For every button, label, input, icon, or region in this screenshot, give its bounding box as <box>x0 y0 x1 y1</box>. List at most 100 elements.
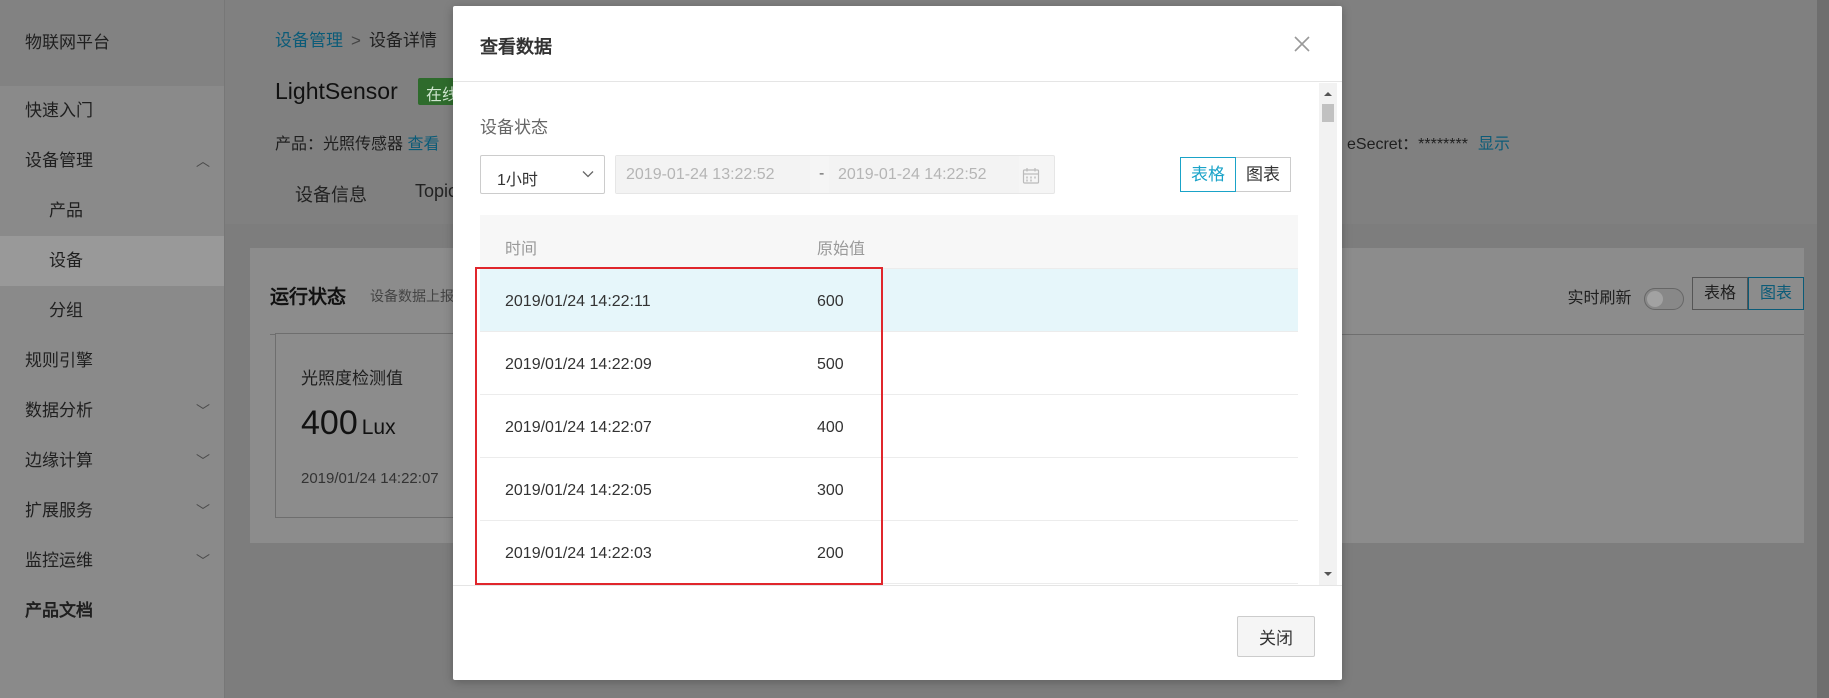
time-range-select[interactable]: 1小时 <box>480 155 605 194</box>
tab-topic[interactable]: Topic <box>415 181 457 202</box>
chevron-up-icon: ︿ <box>196 153 210 169</box>
cell-time: 2019/01/24 14:22:07 <box>505 419 652 436</box>
column-header-time: 时间 <box>505 241 538 258</box>
cell-value: 200 <box>817 545 844 562</box>
nav-item-rule-engine[interactable]: 规则引擎 <box>0 336 224 386</box>
table-row[interactable]: 2019/01/24 14:22:07 400 <box>480 395 1298 458</box>
cell-time: 2019/01/24 14:22:05 <box>505 482 652 499</box>
nav-item-data-analysis[interactable]: 数据分析 ﹀ <box>0 386 224 436</box>
metric-value-wrap: 400 Lux <box>301 404 396 443</box>
realtime-refresh-label: 实时刷新 <box>1567 290 1632 307</box>
scroll-thumb[interactable] <box>1322 104 1334 122</box>
brand-title: 物联网平台 <box>0 0 224 86</box>
product-view-link[interactable]: 查看 <box>407 136 439 153</box>
table-row[interactable]: 2019/01/24 14:22:11 600 <box>480 269 1298 332</box>
cell-time: 2019/01/24 14:22:03 <box>505 545 652 562</box>
cell-time: 2019/01/24 14:22:09 <box>505 356 652 373</box>
nav-item-monitoring[interactable]: 监控运维 ﹀ <box>0 536 224 586</box>
nav-label: 边缘计算 <box>25 451 93 470</box>
breadcrumb: 设备管理 > 设备详情 <box>275 26 437 51</box>
nav-label: 扩展服务 <box>25 501 93 520</box>
date-range-picker: 2019-01-24 13:22:52 - 2019-01-24 14:22:5… <box>615 155 1055 194</box>
window-edge <box>1817 0 1829 698</box>
secret-label: eSecret：******** <box>1347 136 1468 153</box>
table-row[interactable]: 2019/01/24 14:22:05 300 <box>480 458 1298 521</box>
nav-label: 快速入门 <box>25 101 93 120</box>
nav-label: 产品文档 <box>25 601 93 620</box>
tab-device-info[interactable]: 设备信息 <box>295 181 367 207</box>
modal-body: 设备状态 1小时 2019-01-24 13:22:52 - 2019-01-2… <box>453 83 1342 585</box>
scroll-up-arrow-icon[interactable] <box>1323 89 1333 99</box>
nav-item-groups[interactable]: 分组 <box>0 286 224 336</box>
device-secret-info: eSecret：******** 显示 <box>1347 130 1510 154</box>
nav-item-extension-services[interactable]: 扩展服务 ﹀ <box>0 486 224 536</box>
table-row[interactable]: 2019/01/24 14:22:09 500 <box>480 332 1298 395</box>
sidebar: 物联网平台 快速入门 设备管理 ︿ 产品 设备 分组 规则引擎 数据分析 ﹀ 边缘计… <box>0 0 225 698</box>
close-button[interactable]: 关闭 <box>1237 616 1315 657</box>
status-view-table-button[interactable]: 表格 <box>1691 277 1748 310</box>
metric-unit: Lux <box>361 416 396 439</box>
modal-view-toggle: 表格 图表 <box>1180 157 1291 192</box>
breadcrumb-current: 设备详情 <box>368 31 437 50</box>
breadcrumb-separator: > <box>351 31 361 50</box>
nav-label: 产品 <box>49 201 83 220</box>
nav-label: 规则引擎 <box>25 351 93 370</box>
nav-item-quickstart[interactable]: 快速入门 <box>0 86 224 136</box>
nav-label: 数据分析 <box>25 401 93 420</box>
modal-footer: 关闭 <box>453 585 1342 680</box>
view-data-modal: 查看数据 设备状态 1小时 2019-01-24 13:22:52 - 2019… <box>453 6 1342 680</box>
cell-time: 2019/01/24 14:22:11 <box>505 293 651 310</box>
column-header-raw-value: 原始值 <box>817 241 866 258</box>
date-end-value: 2019-01-24 14:22:52 <box>838 166 987 183</box>
table-header: 时间 原始值 <box>480 215 1298 269</box>
nav-item-docs[interactable]: 产品文档 <box>0 586 224 636</box>
table-row[interactable]: 2019/01/24 14:22:03 200 <box>480 521 1298 584</box>
realtime-refresh-toggle[interactable] <box>1644 287 1684 310</box>
run-status-title: 运行状态 <box>270 287 347 308</box>
modal-view-table-button[interactable]: 表格 <box>1180 157 1236 192</box>
time-range-value: 1小时 <box>497 172 538 189</box>
date-separator: - <box>819 165 825 182</box>
secret-show-link[interactable]: 显示 <box>1478 136 1510 153</box>
nav-item-products[interactable]: 产品 <box>0 186 224 236</box>
cell-value: 400 <box>817 419 844 436</box>
device-name: LightSensor <box>275 78 398 104</box>
cell-value: 600 <box>817 293 844 310</box>
product-info: 产品：光照传感器 查看 <box>275 130 439 154</box>
run-status-subtitle: 设备数据上报 <box>370 288 454 304</box>
nav-label: 设备管理 <box>25 151 93 170</box>
nav-label: 监控运维 <box>25 551 93 570</box>
nav-item-edge-computing[interactable]: 边缘计算 ﹀ <box>0 436 224 486</box>
calendar-icon[interactable] <box>1022 167 1040 185</box>
chevron-down-icon: ﹀ <box>196 403 210 419</box>
device-status-label: 设备状态 <box>480 118 548 137</box>
chevron-down-icon: ﹀ <box>196 453 210 469</box>
data-table: 时间 原始值 2019/01/24 14:22:11 600 2019/01/2… <box>480 215 1298 584</box>
status-view-chart-button[interactable]: 图表 <box>1747 277 1804 310</box>
close-icon[interactable] <box>1292 34 1312 54</box>
cell-value: 500 <box>817 356 844 373</box>
metric-timestamp: 2019/01/24 14:22:07 <box>301 470 439 487</box>
cell-value: 300 <box>817 482 844 499</box>
chevron-down-icon: ﹀ <box>196 503 210 519</box>
product-label: 产品：光照传感器 <box>275 136 404 153</box>
modal-view-chart-button[interactable]: 图表 <box>1236 157 1291 192</box>
nav-label: 分组 <box>49 301 83 320</box>
nav-item-device-management[interactable]: 设备管理 ︿ <box>0 136 224 186</box>
toggle-knob <box>1647 290 1663 307</box>
status-view-toggle: 表格 图表 <box>1691 277 1804 310</box>
chevron-down-icon <box>582 171 594 178</box>
nav-item-devices[interactable]: 设备 <box>0 236 224 286</box>
scroll-down-arrow-icon[interactable] <box>1323 569 1333 579</box>
nav-label: 设备 <box>49 251 83 270</box>
status-badge: 在线 <box>418 78 458 105</box>
modal-title: 查看数据 <box>480 37 552 57</box>
modal-scrollbar[interactable] <box>1319 83 1337 585</box>
realtime-refresh: 实时刷新 <box>1568 284 1684 310</box>
date-start-value: 2019-01-24 13:22:52 <box>626 166 775 183</box>
breadcrumb-root[interactable]: 设备管理 <box>275 31 343 50</box>
metric-value: 400 <box>301 404 358 442</box>
chevron-down-icon: ﹀ <box>196 553 210 569</box>
modal-header: 查看数据 <box>453 6 1342 82</box>
metric-label: 光照度检测值 <box>301 369 403 388</box>
